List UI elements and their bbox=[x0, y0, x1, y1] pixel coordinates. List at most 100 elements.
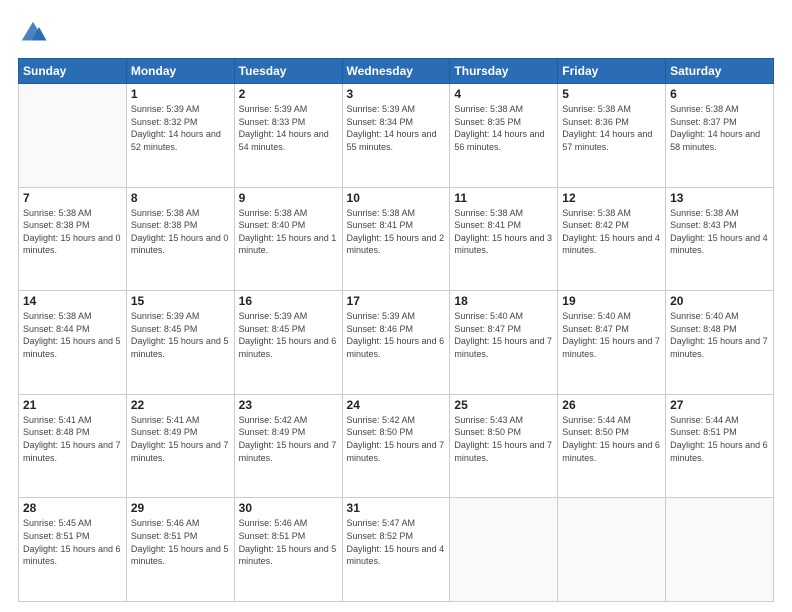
day-number: 28 bbox=[23, 501, 122, 515]
day-number: 25 bbox=[454, 398, 553, 412]
day-number: 31 bbox=[347, 501, 446, 515]
calendar-cell: 6 Sunrise: 5:38 AMSunset: 8:37 PMDaylight… bbox=[666, 84, 774, 188]
day-number: 26 bbox=[562, 398, 661, 412]
day-number: 6 bbox=[670, 87, 769, 101]
calendar-cell: 19 Sunrise: 5:40 AMSunset: 8:47 PMDayligh… bbox=[558, 291, 666, 395]
day-number: 23 bbox=[239, 398, 338, 412]
day-info: Sunrise: 5:41 AMSunset: 8:49 PMDaylight:… bbox=[131, 414, 230, 464]
weekday-header-sunday: Sunday bbox=[19, 59, 127, 84]
day-number: 5 bbox=[562, 87, 661, 101]
day-info: Sunrise: 5:39 AMSunset: 8:32 PMDaylight:… bbox=[131, 103, 230, 153]
weekday-header-monday: Monday bbox=[126, 59, 234, 84]
calendar-cell: 22 Sunrise: 5:41 AMSunset: 8:49 PMDayligh… bbox=[126, 394, 234, 498]
calendar-cell bbox=[666, 498, 774, 602]
day-number: 7 bbox=[23, 191, 122, 205]
day-info: Sunrise: 5:39 AMSunset: 8:46 PMDaylight:… bbox=[347, 310, 446, 360]
day-info: Sunrise: 5:46 AMSunset: 8:51 PMDaylight:… bbox=[131, 517, 230, 567]
calendar-cell: 21Sunrise: 5:41 AMSunset: 8:48 PMDayligh… bbox=[19, 394, 127, 498]
day-info: Sunrise: 5:39 AMSunset: 8:45 PMDaylight:… bbox=[131, 310, 230, 360]
day-number: 16 bbox=[239, 294, 338, 308]
calendar-cell: 12 Sunrise: 5:38 AMSunset: 8:42 PMDayligh… bbox=[558, 187, 666, 291]
page-header bbox=[18, 18, 774, 48]
calendar-cell: 4 Sunrise: 5:38 AMSunset: 8:35 PMDaylight… bbox=[450, 84, 558, 188]
day-number: 13 bbox=[670, 191, 769, 205]
calendar-cell: 31 Sunrise: 5:47 AMSunset: 8:52 PMDayligh… bbox=[342, 498, 450, 602]
calendar-cell: 11Sunrise: 5:38 AMSunset: 8:41 PMDayligh… bbox=[450, 187, 558, 291]
day-info: Sunrise: 5:38 AMSunset: 8:36 PMDaylight:… bbox=[562, 103, 661, 153]
calendar-cell: 13 Sunrise: 5:38 AMSunset: 8:43 PMDayligh… bbox=[666, 187, 774, 291]
calendar-cell: 26 Sunrise: 5:44 AMSunset: 8:50 PMDayligh… bbox=[558, 394, 666, 498]
logo-icon bbox=[18, 18, 48, 48]
calendar-cell: 20 Sunrise: 5:40 AMSunset: 8:48 PMDayligh… bbox=[666, 291, 774, 395]
day-info: Sunrise: 5:38 AMSunset: 8:44 PMDaylight:… bbox=[23, 310, 122, 360]
day-info: Sunrise: 5:47 AMSunset: 8:52 PMDaylight:… bbox=[347, 517, 446, 567]
day-number: 15 bbox=[131, 294, 230, 308]
day-number: 10 bbox=[347, 191, 446, 205]
day-number: 22 bbox=[131, 398, 230, 412]
calendar-cell: 25Sunrise: 5:43 AMSunset: 8:50 PMDayligh… bbox=[450, 394, 558, 498]
day-number: 8 bbox=[131, 191, 230, 205]
day-info: Sunrise: 5:41 AMSunset: 8:48 PMDaylight:… bbox=[23, 414, 122, 464]
calendar-cell: 15 Sunrise: 5:39 AMSunset: 8:45 PMDayligh… bbox=[126, 291, 234, 395]
day-info: Sunrise: 5:38 AMSunset: 8:38 PMDaylight:… bbox=[23, 207, 122, 257]
day-number: 1 bbox=[131, 87, 230, 101]
calendar-cell: 27 Sunrise: 5:44 AMSunset: 8:51 PMDayligh… bbox=[666, 394, 774, 498]
day-info: Sunrise: 5:38 AMSunset: 8:42 PMDaylight:… bbox=[562, 207, 661, 257]
week-row-5: 28 Sunrise: 5:45 AMSunset: 8:51 PMDayligh… bbox=[19, 498, 774, 602]
day-number: 19 bbox=[562, 294, 661, 308]
day-number: 2 bbox=[239, 87, 338, 101]
calendar-cell: 7 Sunrise: 5:38 AMSunset: 8:38 PMDaylight… bbox=[19, 187, 127, 291]
day-number: 4 bbox=[454, 87, 553, 101]
day-info: Sunrise: 5:38 AMSunset: 8:35 PMDaylight:… bbox=[454, 103, 553, 153]
day-info: Sunrise: 5:39 AMSunset: 8:34 PMDaylight:… bbox=[347, 103, 446, 153]
day-info: Sunrise: 5:40 AMSunset: 8:48 PMDaylight:… bbox=[670, 310, 769, 360]
day-info: Sunrise: 5:42 AMSunset: 8:49 PMDaylight:… bbox=[239, 414, 338, 464]
calendar-cell: 8 Sunrise: 5:38 AMSunset: 8:38 PMDaylight… bbox=[126, 187, 234, 291]
weekday-header-tuesday: Tuesday bbox=[234, 59, 342, 84]
day-number: 3 bbox=[347, 87, 446, 101]
weekday-header-friday: Friday bbox=[558, 59, 666, 84]
day-info: Sunrise: 5:40 AMSunset: 8:47 PMDaylight:… bbox=[454, 310, 553, 360]
day-number: 14 bbox=[23, 294, 122, 308]
day-info: Sunrise: 5:38 AMSunset: 8:41 PMDaylight:… bbox=[347, 207, 446, 257]
calendar-cell: 14 Sunrise: 5:38 AMSunset: 8:44 PMDayligh… bbox=[19, 291, 127, 395]
day-info: Sunrise: 5:46 AMSunset: 8:51 PMDaylight:… bbox=[239, 517, 338, 567]
day-info: Sunrise: 5:45 AMSunset: 8:51 PMDaylight:… bbox=[23, 517, 122, 567]
day-number: 12 bbox=[562, 191, 661, 205]
calendar-cell: 17 Sunrise: 5:39 AMSunset: 8:46 PMDayligh… bbox=[342, 291, 450, 395]
weekday-header-thursday: Thursday bbox=[450, 59, 558, 84]
calendar-cell: 30Sunrise: 5:46 AMSunset: 8:51 PMDayligh… bbox=[234, 498, 342, 602]
calendar-cell: 9Sunrise: 5:38 AMSunset: 8:40 PMDaylight… bbox=[234, 187, 342, 291]
day-info: Sunrise: 5:39 AMSunset: 8:33 PMDaylight:… bbox=[239, 103, 338, 153]
weekday-header-wednesday: Wednesday bbox=[342, 59, 450, 84]
calendar-cell bbox=[450, 498, 558, 602]
logo bbox=[18, 18, 52, 48]
day-number: 17 bbox=[347, 294, 446, 308]
day-info: Sunrise: 5:39 AMSunset: 8:45 PMDaylight:… bbox=[239, 310, 338, 360]
calendar-cell: 29 Sunrise: 5:46 AMSunset: 8:51 PMDayligh… bbox=[126, 498, 234, 602]
day-number: 24 bbox=[347, 398, 446, 412]
day-info: Sunrise: 5:44 AMSunset: 8:50 PMDaylight:… bbox=[562, 414, 661, 464]
day-info: Sunrise: 5:38 AMSunset: 8:40 PMDaylight:… bbox=[239, 207, 338, 257]
weekday-header-saturday: Saturday bbox=[666, 59, 774, 84]
calendar-cell: 1 Sunrise: 5:39 AMSunset: 8:32 PMDaylight… bbox=[126, 84, 234, 188]
day-info: Sunrise: 5:44 AMSunset: 8:51 PMDaylight:… bbox=[670, 414, 769, 464]
calendar-cell: 10 Sunrise: 5:38 AMSunset: 8:41 PMDayligh… bbox=[342, 187, 450, 291]
calendar-table: SundayMondayTuesdayWednesdayThursdayFrid… bbox=[18, 58, 774, 602]
calendar-cell: 28 Sunrise: 5:45 AMSunset: 8:51 PMDayligh… bbox=[19, 498, 127, 602]
day-info: Sunrise: 5:40 AMSunset: 8:47 PMDaylight:… bbox=[562, 310, 661, 360]
day-info: Sunrise: 5:38 AMSunset: 8:38 PMDaylight:… bbox=[131, 207, 230, 257]
day-number: 29 bbox=[131, 501, 230, 515]
day-info: Sunrise: 5:38 AMSunset: 8:43 PMDaylight:… bbox=[670, 207, 769, 257]
weekday-header-row: SundayMondayTuesdayWednesdayThursdayFrid… bbox=[19, 59, 774, 84]
calendar-cell: 3 Sunrise: 5:39 AMSunset: 8:34 PMDaylight… bbox=[342, 84, 450, 188]
calendar-cell: 24Sunrise: 5:42 AMSunset: 8:50 PMDayligh… bbox=[342, 394, 450, 498]
calendar-cell: 2 Sunrise: 5:39 AMSunset: 8:33 PMDaylight… bbox=[234, 84, 342, 188]
day-number: 27 bbox=[670, 398, 769, 412]
week-row-2: 7 Sunrise: 5:38 AMSunset: 8:38 PMDaylight… bbox=[19, 187, 774, 291]
calendar-cell: 16 Sunrise: 5:39 AMSunset: 8:45 PMDayligh… bbox=[234, 291, 342, 395]
week-row-1: 1 Sunrise: 5:39 AMSunset: 8:32 PMDaylight… bbox=[19, 84, 774, 188]
day-info: Sunrise: 5:38 AMSunset: 8:37 PMDaylight:… bbox=[670, 103, 769, 153]
calendar-page: SundayMondayTuesdayWednesdayThursdayFrid… bbox=[0, 0, 792, 612]
day-number: 20 bbox=[670, 294, 769, 308]
